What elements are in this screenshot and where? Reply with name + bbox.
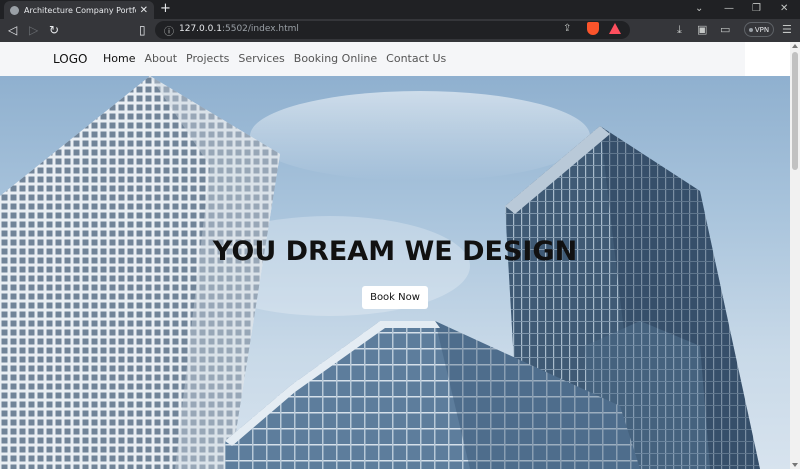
new-tab-button[interactable]: + xyxy=(160,2,171,16)
vpn-button[interactable]: VPN xyxy=(744,22,774,37)
scroll-down-arrow-icon[interactable] xyxy=(792,463,798,467)
vpn-status-dot xyxy=(748,27,753,32)
site-logo[interactable]: LOGO xyxy=(53,52,87,66)
back-icon[interactable]: ◁ xyxy=(8,22,17,38)
bookmark-icon[interactable]: ▯ xyxy=(139,22,146,38)
favicon-icon xyxy=(10,5,19,15)
vpn-label: VPN xyxy=(754,25,770,34)
nav-item-contact-us[interactable]: Contact Us xyxy=(386,52,446,65)
nav-item-home[interactable]: Home xyxy=(103,52,135,65)
book-now-button[interactable]: Book Now xyxy=(362,286,428,309)
tab-title: Architecture Company Portfolio W xyxy=(24,5,136,15)
wallet-icon[interactable]: ▭ xyxy=(720,22,730,38)
hero-section: YOU DREAM WE DESIGN Book Now xyxy=(0,76,790,469)
nav-links: Home About Projects Services Booking Onl… xyxy=(103,52,455,65)
tab-close-icon[interactable]: ✕ xyxy=(140,5,148,16)
brave-shields-icon[interactable] xyxy=(587,22,599,35)
address-bar[interactable]: ⓘ 127.0.0.1:5502/index.html ⇪ xyxy=(155,21,630,39)
scrollbar-thumb[interactable] xyxy=(792,52,798,170)
close-window-icon[interactable]: ✕ xyxy=(780,3,788,14)
browser-toolbar: ◁ ▷ ↻ ▯ ⓘ 127.0.0.1:5502/index.html ⇪ ⤓ … xyxy=(0,19,800,42)
site-info-icon[interactable]: ⓘ xyxy=(164,23,174,38)
nav-item-projects[interactable]: Projects xyxy=(186,52,229,65)
menu-icon[interactable]: ☰ xyxy=(782,22,792,38)
url-path: :5502/index.html xyxy=(221,24,299,34)
nav-item-services[interactable]: Services xyxy=(238,52,284,65)
tab-strip: Architecture Company Portfolio W ✕ + ⌄ —… xyxy=(0,0,800,19)
hero-background-image xyxy=(0,76,760,469)
nav-item-about[interactable]: About xyxy=(144,52,177,65)
minimize-icon[interactable]: — xyxy=(724,3,734,14)
tab-search-chevron-icon[interactable]: ⌄ xyxy=(695,3,703,14)
url-host: 127.0.0.1 xyxy=(179,24,222,34)
page-scrollbar[interactable] xyxy=(790,42,800,469)
reload-icon[interactable]: ↻ xyxy=(49,22,59,38)
sidebar-icon[interactable]: ▣ xyxy=(697,22,707,38)
hero-title: YOU DREAM WE DESIGN xyxy=(212,236,578,267)
site-navbar: LOGO Home About Projects Services Bookin… xyxy=(0,42,745,76)
nav-item-booking-online[interactable]: Booking Online xyxy=(294,52,377,65)
scroll-up-arrow-icon[interactable] xyxy=(792,44,798,48)
restore-icon[interactable]: ❐ xyxy=(752,3,761,14)
share-icon[interactable]: ⇪ xyxy=(563,23,571,34)
download-icon[interactable]: ⤓ xyxy=(677,22,682,38)
browser-tab[interactable]: Architecture Company Portfolio W ✕ xyxy=(4,1,154,19)
brave-rewards-icon[interactable] xyxy=(609,23,621,34)
forward-icon[interactable]: ▷ xyxy=(29,22,38,38)
page-viewport: YOU DREAM WE DESIGN Book Now LOGO Home A… xyxy=(0,42,800,469)
url-text[interactable]: 127.0.0.1:5502/index.html xyxy=(179,24,299,34)
